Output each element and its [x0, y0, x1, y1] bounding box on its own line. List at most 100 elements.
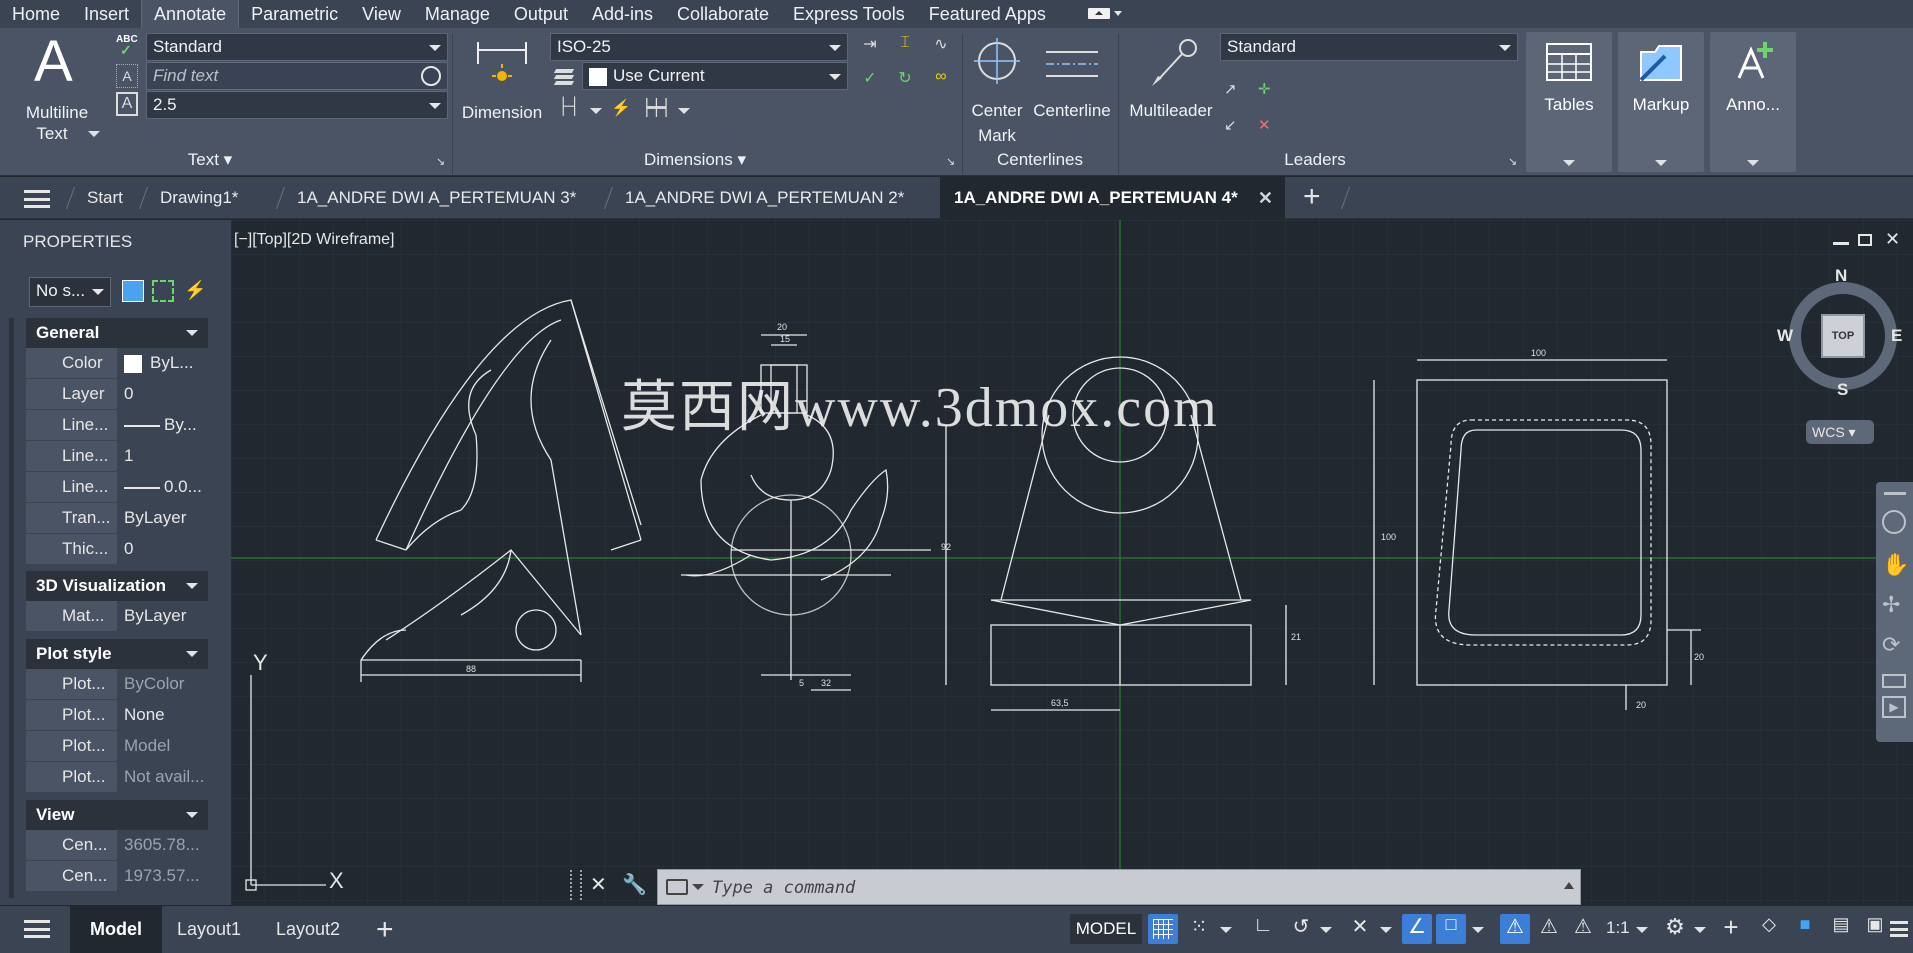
- collect-leader-icon[interactable]: ↙: [1224, 116, 1250, 142]
- markup-tile[interactable]: Markup: [1618, 32, 1704, 172]
- hardware-acceleration-icon[interactable]: ■: [1790, 914, 1820, 944]
- tab-pertemuan-2[interactable]: 1A_ANDRE DWI A_PERTEMUAN 2*: [625, 177, 904, 219]
- customization-menu-icon[interactable]: [1890, 921, 1908, 937]
- update-icon[interactable]: ↻: [892, 68, 918, 94]
- tab-start[interactable]: Start: [87, 177, 123, 219]
- multileader-button[interactable]: Multileader: [1122, 32, 1220, 144]
- compass-n[interactable]: N: [1835, 266, 1847, 286]
- section-view[interactable]: View: [26, 800, 208, 830]
- chevron-down-icon[interactable]: [1472, 927, 1484, 933]
- play-icon[interactable]: ▶: [1882, 696, 1906, 718]
- search-icon[interactable]: [421, 66, 441, 86]
- check-spelling-icon[interactable]: ABC ✓: [116, 34, 138, 57]
- chevron-down-icon[interactable]: [1694, 927, 1706, 933]
- wrench-icon[interactable]: 🔧: [622, 872, 647, 897]
- dim-layer-select[interactable]: Use Current: [582, 62, 848, 90]
- clean-screen-icon[interactable]: ▤: [1826, 914, 1856, 944]
- continue-dim-icon[interactable]: ┝┿┥: [642, 98, 672, 122]
- toggle-pickadd-icon[interactable]: [122, 280, 144, 302]
- mleader-style-select[interactable]: Standard: [1220, 33, 1518, 61]
- tab-home[interactable]: Home: [0, 0, 72, 28]
- multiline-text-button[interactable]: A Multiline Text: [12, 32, 102, 144]
- auto-scale-icon[interactable]: ⚠: [1534, 914, 1564, 944]
- annotation-scaling-tile[interactable]: Anno...: [1710, 32, 1796, 172]
- close-icon[interactable]: ✕: [1258, 177, 1273, 219]
- dimension-button[interactable]: Dimension: [456, 34, 548, 144]
- section-plot-style[interactable]: Plot style: [26, 639, 208, 669]
- hamburger-menu-icon[interactable]: [24, 920, 50, 938]
- drawing-canvas[interactable]: 88 20 15 32 5 63,5 21 100 20 20 92 100 Y…: [231, 220, 1913, 905]
- restore-icon[interactable]: [1858, 234, 1872, 246]
- text-height-select[interactable]: 2.5: [146, 91, 448, 119]
- remove-leader-icon[interactable]: ✕: [1258, 116, 1284, 142]
- dim-jog-icon[interactable]: ∿: [928, 34, 954, 60]
- centerline-button[interactable]: Centerline: [1030, 32, 1114, 144]
- prop-lineweight[interactable]: Line... 0.0...: [26, 472, 208, 502]
- dialog-launcher-icon[interactable]: ↘: [946, 155, 955, 168]
- tab-output[interactable]: Output: [502, 0, 580, 28]
- command-grip[interactable]: [570, 870, 582, 900]
- wcs-menu[interactable]: WCS ▾: [1806, 420, 1874, 444]
- center-mark-button[interactable]: Center Mark: [966, 32, 1028, 145]
- isolate-objects-icon[interactable]: ◇: [1754, 914, 1784, 944]
- select-objects-icon[interactable]: [152, 280, 174, 302]
- prop-center-x[interactable]: Cen... 3605.78...: [26, 830, 208, 860]
- section-3d-visualization[interactable]: 3D Visualization: [26, 571, 208, 601]
- text-align-icon[interactable]: A: [116, 64, 138, 88]
- prop-thickness[interactable]: Thic... 0: [26, 534, 208, 564]
- viewcube[interactable]: TOP N S E W: [1777, 266, 1905, 399]
- dim-break-icon[interactable]: ⌶: [892, 34, 918, 60]
- tab-layout2[interactable]: Layout2: [276, 906, 340, 953]
- prop-linetype[interactable]: Line... By...: [26, 410, 208, 440]
- prop-transparency[interactable]: Tran... ByLayer: [26, 503, 208, 533]
- new-tab-icon[interactable]: +: [1303, 181, 1321, 213]
- object-snap-icon[interactable]: □: [1436, 914, 1466, 944]
- tab-insert[interactable]: Insert: [72, 0, 141, 28]
- text-panel-title[interactable]: Text ▾: [120, 150, 300, 172]
- prop-material[interactable]: Mat... ByLayer: [26, 601, 208, 631]
- gear-icon[interactable]: ⚙: [1660, 914, 1690, 944]
- tables-tile[interactable]: Tables: [1526, 32, 1612, 172]
- dim-style-select[interactable]: ISO-25: [550, 33, 848, 61]
- chevron-down-icon[interactable]: [692, 884, 704, 890]
- annotation-scale-icon[interactable]: ⚠: [1568, 914, 1598, 944]
- section-general[interactable]: General: [26, 318, 208, 348]
- tab-annotate[interactable]: Annotate: [141, 0, 240, 28]
- showmotion-icon[interactable]: [1882, 674, 1906, 688]
- tab-model[interactable]: Model: [70, 906, 162, 953]
- close-icon[interactable]: ✕: [1885, 229, 1900, 250]
- prop-layer[interactable]: Layer 0: [26, 379, 208, 409]
- reassociate-icon[interactable]: ∞: [928, 68, 954, 94]
- tab-pertemuan-3[interactable]: 1A_ANDRE DWI A_PERTEMUAN 3*: [297, 177, 576, 219]
- dim-space-icon[interactable]: ⇥: [857, 34, 883, 60]
- inspect-icon[interactable]: ✓: [857, 68, 883, 94]
- annotation-visibility-icon[interactable]: ⚠: [1500, 914, 1530, 944]
- compass-s[interactable]: S: [1837, 380, 1848, 400]
- selection-select[interactable]: No s...: [29, 277, 111, 307]
- prop-plot-table[interactable]: Plot... None: [26, 700, 208, 730]
- command-input[interactable]: Type a command: [657, 869, 1581, 905]
- chevron-down-icon[interactable]: [1220, 927, 1232, 933]
- tab-drawing1[interactable]: Drawing1*: [160, 177, 238, 219]
- prop-color[interactable]: Color ByL...: [26, 348, 208, 378]
- tab-parametric[interactable]: Parametric: [239, 0, 350, 28]
- tab-express-tools[interactable]: Express Tools: [781, 0, 917, 28]
- tab-pertemuan-4[interactable]: 1A_ANDRE DWI A_PERTEMUAN 4* ✕: [940, 177, 1285, 219]
- dimensions-panel-title[interactable]: Dimensions ▾: [620, 150, 770, 172]
- dialog-launcher-icon[interactable]: ↘: [436, 155, 445, 168]
- palette-scrollbar[interactable]: [9, 318, 14, 898]
- prop-linetype-scale[interactable]: Line... 1: [26, 441, 208, 471]
- ribbon-minimize-button[interactable]: [1087, 8, 1122, 20]
- compass-e[interactable]: E: [1891, 326, 1902, 346]
- tab-manage[interactable]: Manage: [413, 0, 502, 28]
- add-icon[interactable]: +: [1716, 914, 1746, 944]
- model-space-toggle[interactable]: MODEL: [1070, 914, 1142, 944]
- isodraft-icon[interactable]: ✕: [1345, 914, 1375, 944]
- tab-featured-apps[interactable]: Featured Apps: [917, 0, 1058, 28]
- tab-view[interactable]: View: [350, 0, 413, 28]
- add-layout-icon[interactable]: +: [376, 906, 394, 953]
- align-leader-icon[interactable]: ✛: [1258, 80, 1284, 106]
- tab-layout1[interactable]: Layout1: [177, 906, 241, 953]
- quick-select-icon[interactable]: ⚡: [184, 280, 208, 304]
- snap-icon[interactable]: ⁙: [1184, 914, 1214, 944]
